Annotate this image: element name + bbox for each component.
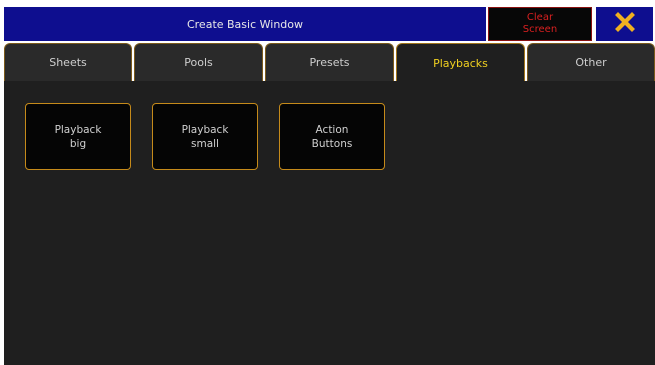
tab-playbacks[interactable]: Playbacks [396,43,525,83]
tab-bar: Sheets Pools Presets Playbacks Other [4,43,655,83]
tab-sheets[interactable]: Sheets [4,43,132,81]
playback-small-button[interactable]: Playback small [152,103,258,170]
create-basic-window: Create Basic Window Clear Screen Sheets … [0,0,655,365]
action-buttons-button[interactable]: Action Buttons [279,103,385,170]
playbacks-panel: Playback big Playback small Action Butto… [4,81,655,365]
tab-pools[interactable]: Pools [134,43,263,81]
tab-other[interactable]: Other [527,43,655,81]
playback-big-button[interactable]: Playback big [25,103,131,170]
close-button[interactable] [596,7,653,41]
clear-screen-button[interactable]: Clear Screen [488,7,592,41]
close-x-icon [614,12,635,36]
tab-presets[interactable]: Presets [265,43,394,81]
window-title: Create Basic Window [4,7,486,41]
